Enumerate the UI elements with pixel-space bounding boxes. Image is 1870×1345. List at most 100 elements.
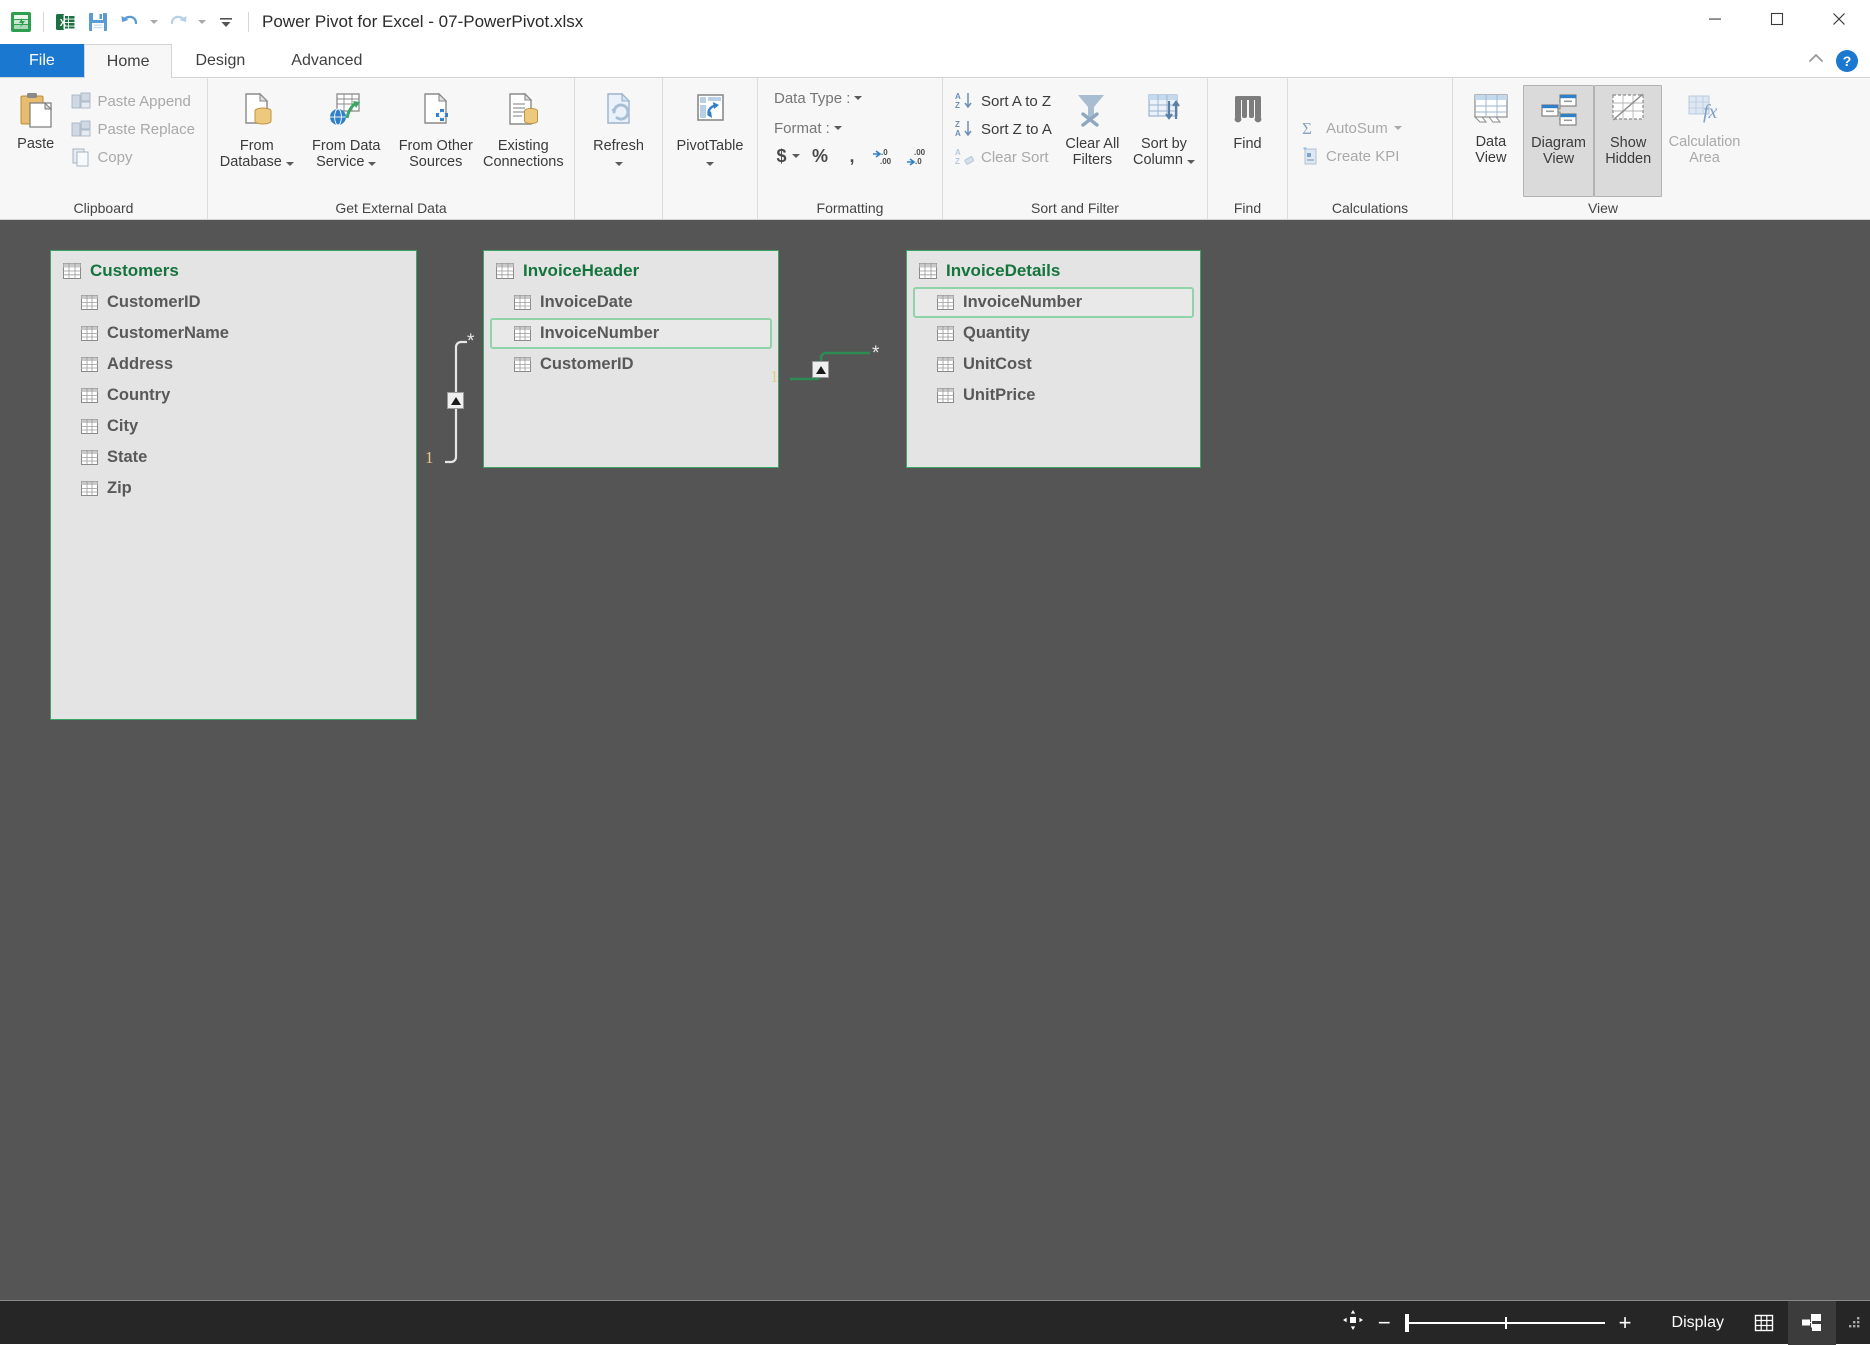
create-kpi-button[interactable]: Create KPI [1294, 142, 1408, 170]
collapse-ribbon-icon[interactable] [1806, 49, 1826, 74]
close-button[interactable] [1808, 0, 1870, 38]
sort-by-column-button[interactable]: Sort by Column [1127, 83, 1201, 173]
find-button[interactable]: Find [1214, 83, 1281, 157]
field-invoiceheader-customerid[interactable]: CustomerID [490, 349, 772, 380]
zoom-slider[interactable] [1405, 1313, 1605, 1333]
table-invoiceheader[interactable]: InvoiceHeader InvoiceDate InvoiceNumber [483, 250, 779, 468]
sort-a-to-z-icon: A Z [955, 91, 975, 111]
undo-dropdown-icon[interactable] [147, 7, 161, 37]
currency-dropdown-icon[interactable] [792, 154, 800, 158]
comma-format-icon[interactable]: , [840, 143, 864, 169]
from-database-button[interactable]: From Database [214, 83, 300, 175]
pivottable-dropdown-icon[interactable] [706, 162, 714, 166]
clear-sort-label: Clear Sort [981, 149, 1049, 166]
decrease-decimal-icon[interactable]: .00 .0 [906, 143, 932, 169]
display-label: Display [1656, 1314, 1740, 1332]
tab-file[interactable]: File [0, 44, 84, 77]
increase-decimal-icon[interactable]: .0 .00 [872, 143, 898, 169]
sort-by-column-dropdown-icon[interactable] [1187, 160, 1195, 164]
column-icon [514, 295, 531, 310]
clear-all-filters-button[interactable]: Clear All Filters [1058, 83, 1127, 173]
relationship-direction-arrow[interactable] [812, 361, 829, 378]
fit-to-screen-icon[interactable] [1342, 1309, 1364, 1336]
calculation-area-button[interactable]: fx Calculation Area [1662, 85, 1747, 197]
autosum-label: AutoSum [1326, 120, 1388, 137]
field-customerid[interactable]: CustomerID [57, 287, 410, 318]
from-data-service-button[interactable]: From Data Service [300, 83, 393, 175]
field-zip-label: Zip [107, 479, 132, 498]
field-invoiceheader-invoicenumber[interactable]: InvoiceNumber [490, 318, 772, 349]
grid-view-button[interactable] [1740, 1301, 1788, 1345]
from-data-service-dropdown-icon[interactable] [368, 162, 376, 166]
percent-format-icon[interactable]: % [808, 143, 832, 169]
excel-icon[interactable]: X [51, 7, 81, 37]
field-invoicedate[interactable]: InvoiceDate [490, 287, 772, 318]
paste-button[interactable]: Paste [6, 83, 65, 157]
refresh-dropdown-icon[interactable] [615, 162, 623, 166]
field-city[interactable]: City [57, 411, 410, 442]
save-icon[interactable] [83, 7, 113, 37]
field-quantity[interactable]: Quantity [913, 318, 1194, 349]
currency-format-icon[interactable]: $ [776, 143, 800, 169]
field-invoicedetails-invoicenumber[interactable]: InvoiceNumber [913, 287, 1194, 318]
clear-sort-button[interactable]: A Z Clear Sort [949, 143, 1058, 171]
sort-a-to-z-button[interactable]: A Z Sort A to Z [949, 87, 1058, 115]
data-view-label-line1: Data [1476, 134, 1507, 150]
copy-button[interactable]: Copy [65, 143, 201, 171]
title-divider [248, 12, 249, 32]
diagram-canvas[interactable]: Customers CustomerID CustomerName [0, 220, 1870, 1300]
zoom-out-button[interactable]: − [1378, 1310, 1391, 1336]
resize-grip-icon[interactable] [1836, 1301, 1870, 1345]
paste-append-button[interactable]: Paste Append [65, 87, 201, 115]
sort-z-to-a-button[interactable]: Z A Sort Z to A [949, 115, 1058, 143]
relationship-customers-invoiceheader[interactable]: 1 * [425, 330, 485, 470]
redo-dropdown-icon[interactable] [195, 7, 209, 37]
autosum-dropdown-icon[interactable] [1394, 126, 1402, 130]
refresh-button[interactable]: Refresh [581, 83, 656, 175]
table-customers[interactable]: Customers CustomerID CustomerName [50, 250, 417, 720]
data-type-dropdown-icon[interactable] [854, 96, 862, 100]
show-hidden-button[interactable]: Show Hidden [1594, 85, 1662, 197]
diagram-view-button-status[interactable] [1788, 1301, 1836, 1345]
copy-icon [71, 147, 91, 167]
field-unitcost[interactable]: UnitCost [913, 349, 1194, 380]
field-country[interactable]: Country [57, 380, 410, 411]
from-database-dropdown-icon[interactable] [286, 162, 294, 166]
field-zip[interactable]: Zip [57, 473, 410, 504]
format-selector[interactable]: Format : [770, 113, 846, 143]
field-state[interactable]: State [57, 442, 410, 473]
pivottable-button[interactable]: PivotTable [669, 83, 751, 175]
relationship-invoiceheader-invoicedetails[interactable]: 1 * [782, 335, 912, 395]
refresh-label: Refresh [593, 138, 644, 154]
data-type-selector[interactable]: Data Type : [770, 83, 866, 113]
zoom-slider-thumb[interactable] [1405, 1314, 1409, 1332]
tab-advanced[interactable]: Advanced [268, 44, 385, 77]
redo-icon[interactable] [163, 7, 193, 37]
powerpivot-logo-icon[interactable] [6, 7, 36, 37]
field-customername[interactable]: CustomerName [57, 318, 410, 349]
format-dropdown-icon[interactable] [834, 126, 842, 130]
show-hidden-label-line1: Show [1610, 135, 1646, 151]
autosum-button[interactable]: Σ AutoSum [1294, 114, 1408, 142]
from-database-icon [234, 88, 280, 134]
existing-connections-button[interactable]: Existing Connections [479, 83, 568, 175]
undo-icon[interactable] [115, 7, 145, 37]
calculation-area-icon: fx [1683, 90, 1727, 130]
customize-quick-access-icon[interactable] [211, 7, 241, 37]
paste-replace-button[interactable]: Paste Replace [65, 115, 201, 143]
data-view-icon [1469, 90, 1513, 130]
maximize-button[interactable] [1746, 0, 1808, 38]
table-invoicedetails[interactable]: InvoiceDetails InvoiceNumber Quantity [906, 250, 1201, 468]
diagram-view-button[interactable]: Diagram View [1523, 85, 1595, 197]
from-other-sources-button[interactable]: From Other Sources [393, 83, 479, 175]
data-view-button[interactable]: Data View [1459, 85, 1523, 197]
relationship-direction-arrow[interactable] [447, 392, 464, 409]
zoom-in-button[interactable]: + [1619, 1310, 1632, 1336]
tab-home[interactable]: Home [84, 44, 173, 79]
tab-design[interactable]: Design [172, 44, 268, 77]
minimize-button[interactable] [1684, 0, 1746, 38]
help-icon[interactable]: ? [1836, 50, 1858, 72]
field-address[interactable]: Address [57, 349, 410, 380]
svg-text:fx: fx [1703, 101, 1718, 123]
field-unitprice[interactable]: UnitPrice [913, 380, 1194, 411]
